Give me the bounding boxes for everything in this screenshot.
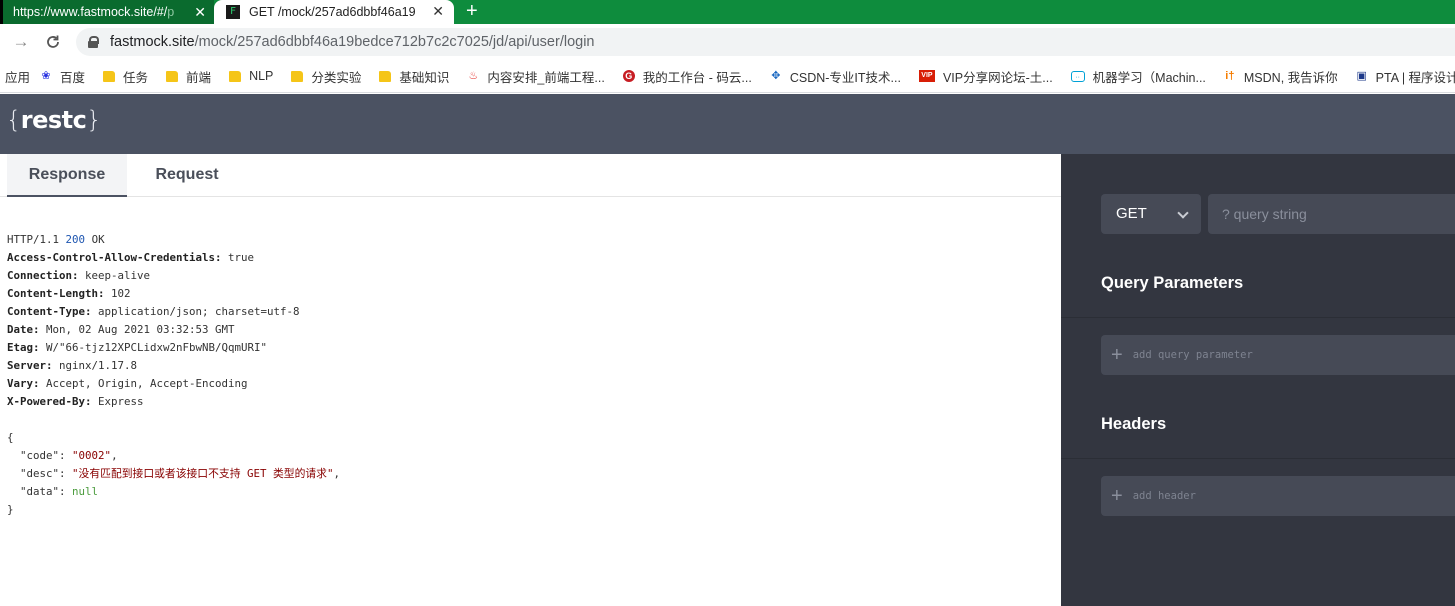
panel-tabs: Response Request xyxy=(0,154,1061,197)
browser-tab-inactive[interactable]: https://www.fastmock.site/#/p ✕ xyxy=(0,0,214,24)
bookmark-baidu[interactable]: ❀ 百度 xyxy=(40,67,85,86)
query-parameters-title: Query Parameters xyxy=(1101,274,1244,292)
tab-title: GET /mock/257ad6dbbf46a19 xyxy=(249,5,416,19)
chevron-down-icon xyxy=(1177,207,1189,219)
divider xyxy=(1061,317,1455,318)
pta-icon: ▣ xyxy=(1356,70,1367,82)
bookmark-label: 百度 xyxy=(60,70,86,85)
bookmark-folder-basics[interactable]: 基础知识 xyxy=(379,67,449,86)
add-query-parameter-button[interactable]: + add query parameter xyxy=(1101,335,1455,375)
gitee-icon: G xyxy=(622,70,635,82)
add-header-button[interactable]: + add header xyxy=(1101,476,1455,516)
bookmark-label: PTA | 程序设计 xyxy=(1375,70,1455,85)
bookmark-folder-nlp[interactable]: NLP xyxy=(229,69,273,83)
bookmarks-bar: 应用 ❀ 百度 任务 前端 NLP 分类实验 基础知识 ♨ 内容安排_前端工程.… xyxy=(0,60,1455,93)
bookmark-label: CSDN-专业IT技术... xyxy=(789,70,901,85)
method-select[interactable]: GET xyxy=(1101,194,1201,234)
msdn-icon: i† xyxy=(1225,70,1235,82)
reload-icon[interactable] xyxy=(42,32,64,52)
new-tab-button[interactable]: + xyxy=(466,0,478,24)
bookmark-folder-frontend[interactable]: 前端 xyxy=(166,67,211,86)
header-line: Content-Type: application/json; charset=… xyxy=(7,305,300,318)
bookmark-label: 我的工作台 - 码云... xyxy=(642,70,752,85)
bookmark-label: NLP xyxy=(249,69,274,83)
bookmark-content-plan[interactable]: ♨ 内容安排_前端工程... xyxy=(467,67,604,86)
fire-icon: ♨ xyxy=(468,70,479,82)
add-header-label: add header xyxy=(1132,490,1196,502)
bookmark-label: 机器学习（Machin... xyxy=(1092,70,1206,85)
bookmark-label: MSDN, 我告诉你 xyxy=(1243,70,1338,85)
header-line: Vary: Accept, Origin, Accept-Encoding xyxy=(7,377,248,390)
query-string-input[interactable] xyxy=(1208,194,1455,234)
folder-icon xyxy=(379,70,392,82)
folder-icon xyxy=(291,70,304,82)
json-close-brace: } xyxy=(7,503,14,516)
address-host: fastmock.site xyxy=(110,34,195,50)
browser-tab-strip: https://www.fastmock.site/#/p ✕ F GET /m… xyxy=(0,0,1455,24)
bookmark-folder-tasks[interactable]: 任务 xyxy=(103,67,148,86)
divider xyxy=(1061,458,1455,459)
bookmark-label: VIP分享网论坛-土... xyxy=(942,70,1053,85)
folder-icon xyxy=(166,70,179,82)
close-tab-icon[interactable]: ✕ xyxy=(194,4,206,21)
address-bar[interactable]: fastmock.site/mock/257ad6dbbf46a19bedce7… xyxy=(76,28,1455,56)
header-line: X-Powered-By: Express xyxy=(7,395,144,408)
header-line: Etag: W/"66-tjz12XPCLidxw2nFbwNB/QqmURI" xyxy=(7,341,268,354)
bookmark-apps[interactable]: 应用 xyxy=(5,67,30,86)
json-line-data: "data": null xyxy=(20,485,99,498)
address-path: /mock/257ad6dbbf46a19bedce712b7c2c7025/j… xyxy=(194,34,595,50)
folder-icon xyxy=(103,70,116,82)
json-line-code: "code": "0002", xyxy=(20,449,118,462)
close-tab-icon[interactable]: ✕ xyxy=(432,3,444,20)
csdn-icon: ✥ xyxy=(771,70,781,82)
app-header: {restc} xyxy=(0,94,1455,154)
bookmark-label: 内容安排_前端工程... xyxy=(487,70,605,85)
tab-response[interactable]: Response xyxy=(7,154,127,197)
plus-icon: + xyxy=(1111,344,1123,366)
header-line: Access-Control-Allow-Credentials: true xyxy=(7,251,255,264)
lock-icon[interactable] xyxy=(88,36,99,48)
bookmark-folder-classification[interactable]: 分类实验 xyxy=(291,67,361,86)
header-line: Date: Mon, 02 Aug 2021 03:32:53 GMT xyxy=(7,323,235,336)
bookmark-pta[interactable]: ▣ PTA | 程序设计 xyxy=(1356,67,1455,86)
request-sidebar: GET Query Parameters + add query paramet… xyxy=(1061,154,1455,606)
header-line: Server: nginx/1.17.8 xyxy=(7,359,138,372)
tab-title: https://www.fastmock.site/#/ xyxy=(13,5,168,19)
headers-title: Headers xyxy=(1101,415,1167,433)
response-output: HTTP/1.1 200 OK Access-Control-Allow-Cred… xyxy=(7,231,340,519)
plus-icon: + xyxy=(1111,485,1123,507)
bookmark-label: 应用 xyxy=(5,70,31,85)
add-query-parameter-label: add query parameter xyxy=(1132,349,1253,361)
tab-title-faded: p xyxy=(167,5,175,19)
bookmark-gitee[interactable]: G 我的工作台 - 码云... xyxy=(622,67,752,86)
json-line-desc: "desc": "没有匹配到接口或者该接口不支持 GET 类型的请求", xyxy=(20,467,341,480)
bookmark-bilibili[interactable]: ·· 机器学习（Machin... xyxy=(1070,67,1206,86)
vip-icon: VIP xyxy=(918,70,935,82)
json-open-brace: { xyxy=(7,431,14,444)
method-value: GET xyxy=(1116,205,1147,222)
bookmark-label: 分类实验 xyxy=(311,70,362,85)
bookmark-vip[interactable]: VIP VIP分享网论坛-土... xyxy=(918,67,1053,86)
header-line: Connection: keep-alive xyxy=(7,269,151,282)
browser-tab-active[interactable]: F GET /mock/257ad6dbbf46a19 ✕ xyxy=(214,0,454,24)
bookmark-msdn[interactable]: i† MSDN, 我告诉你 xyxy=(1224,67,1338,86)
bookmark-csdn[interactable]: ✥ CSDN-专业IT技术... xyxy=(770,67,901,86)
bookmark-label: 任务 xyxy=(123,70,149,85)
forward-arrow-icon[interactable]: → xyxy=(10,32,32,52)
header-line: Content-Length: 102 xyxy=(7,287,131,300)
tab-request[interactable]: Request xyxy=(127,154,247,197)
baidu-icon: ❀ xyxy=(41,70,51,82)
bilibili-icon: ·· xyxy=(1070,70,1085,82)
folder-icon xyxy=(229,70,242,82)
fastmock-favicon-icon: F xyxy=(226,5,240,19)
status-code: 200 xyxy=(65,233,86,246)
browser-toolbar: → fastmock.site/mock/257ad6dbbf46a19bedc… xyxy=(0,24,1455,60)
status-line: HTTP/1.1 200 OK xyxy=(7,233,105,246)
bookmark-label: 前端 xyxy=(186,70,212,85)
response-panel: Response Request HTTP/1.1 200 OK Access-C… xyxy=(0,154,1061,606)
bookmark-label: 基础知识 xyxy=(399,70,450,85)
restc-logo: {restc} xyxy=(6,106,102,134)
